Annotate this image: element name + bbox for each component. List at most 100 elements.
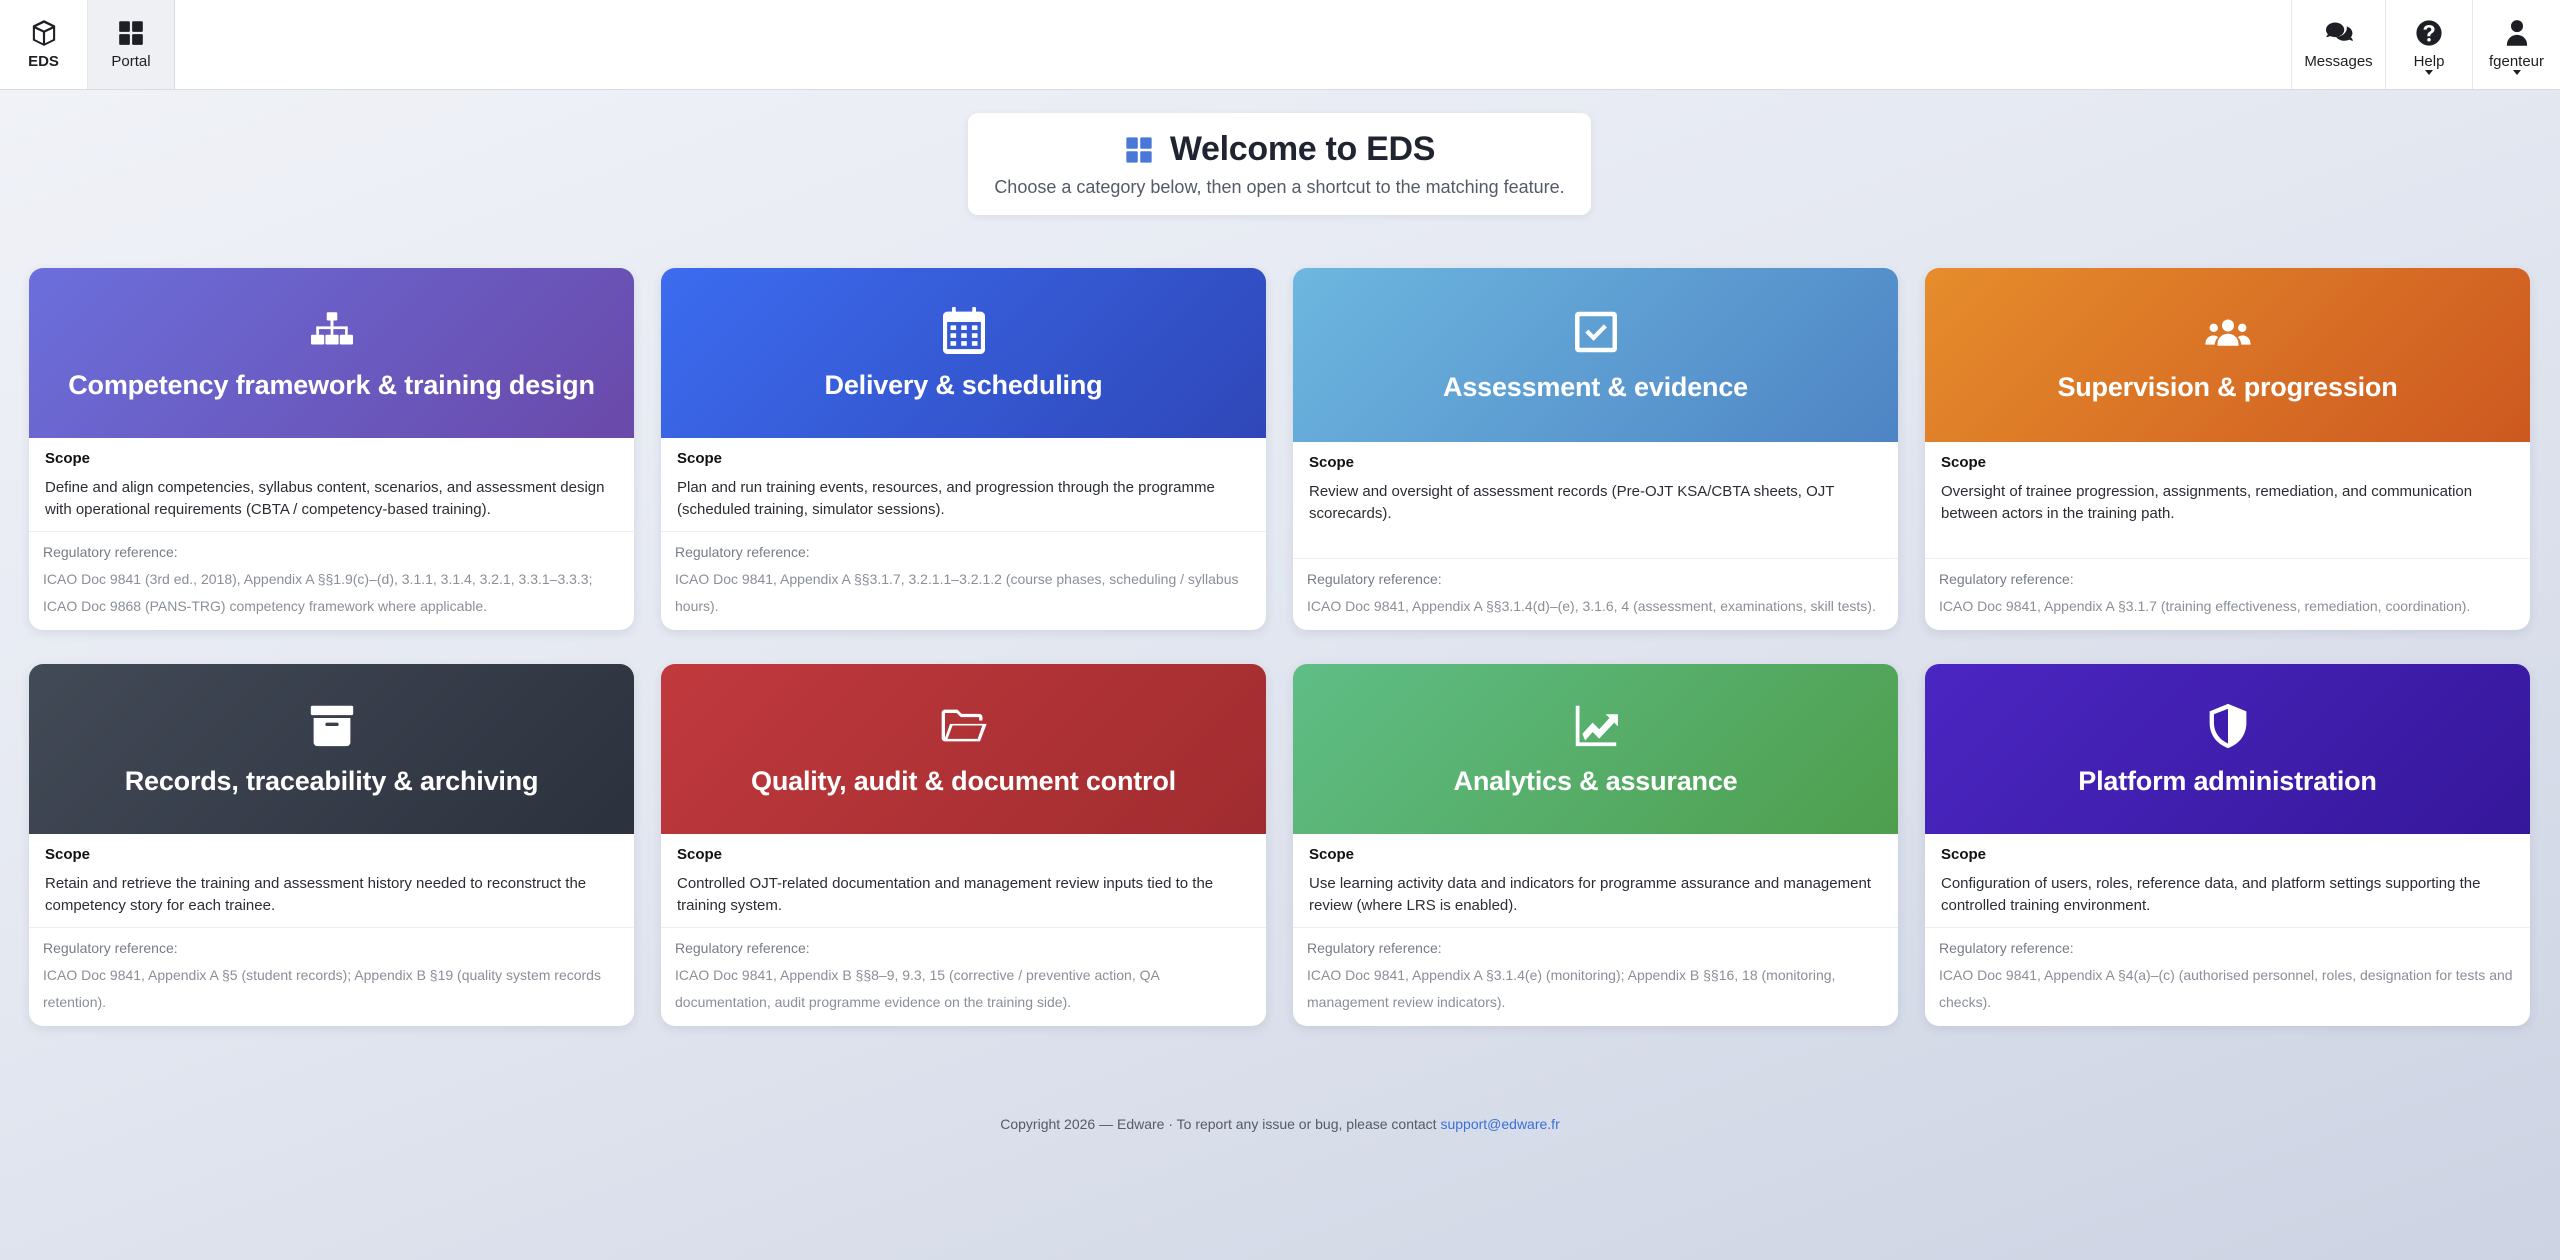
card-scope: Scope Review and oversight of assessment… (1293, 442, 1898, 559)
card-header: Platform administration (1925, 664, 2530, 834)
regulatory-label: Regulatory reference: (675, 940, 810, 956)
card-title: Competency framework & training design (68, 369, 595, 400)
regulatory-text: ICAO Doc 9841 (3rd ed., 2018), Appendix … (43, 571, 593, 614)
scope-label: Scope (45, 846, 91, 863)
help-label: Help (2413, 53, 2445, 70)
regulatory-text: ICAO Doc 9841, Appendix A §§3.1.4(d)–(e)… (1307, 598, 1876, 614)
regulatory-text: ICAO Doc 9841, Appendix A §5 (student re… (43, 967, 601, 1010)
regulatory-label: Regulatory reference: (43, 940, 178, 956)
check-square-icon (1574, 311, 1617, 352)
card-regulatory: Regulatory reference: ICAO Doc 9841 (3rd… (29, 532, 634, 630)
messages-label: Messages (2304, 53, 2373, 70)
navbar-right: Messages Help fgenteur (2291, 0, 2560, 89)
regulatory-label: Regulatory reference: (1307, 940, 1442, 956)
users-icon (2205, 319, 2250, 346)
scope-text: Controlled OJT-related documentation and… (677, 875, 1214, 914)
scope-text: Review and oversight of assessment recor… (1309, 483, 1835, 522)
folder-open-icon (941, 709, 987, 741)
chart-line-icon (1575, 705, 1618, 746)
user-label: fgenteur (2488, 53, 2545, 70)
card-regulatory: Regulatory reference: ICAO Doc 9841, App… (29, 928, 634, 1026)
category-card-competency[interactable]: Competency framework & training design S… (29, 268, 634, 630)
card-title: Analytics & assurance (1453, 765, 1738, 796)
scope-label: Scope (677, 450, 723, 467)
card-scope: Scope Use learning activity data and ind… (1293, 834, 1898, 928)
category-card-records[interactable]: Records, traceability & archiving Scope … (29, 664, 634, 1026)
category-card-analytics[interactable]: Analytics & assurance Scope Use learning… (1293, 664, 1898, 1026)
regulatory-text: ICAO Doc 9841, Appendix A §4(a)–(c) (aut… (1939, 967, 2513, 1010)
card-regulatory: Regulatory reference: ICAO Doc 9841, App… (661, 928, 1266, 1026)
card-title: Assessment & evidence (1443, 371, 1748, 402)
grid-icon (119, 21, 143, 45)
grid-icon (1126, 136, 1152, 163)
category-card-supervision[interactable]: Supervision & progression Scope Oversigh… (1925, 268, 2530, 630)
card-regulatory: Regulatory reference: ICAO Doc 9841, App… (661, 532, 1266, 630)
nav-portal[interactable]: Portal (88, 0, 175, 89)
card-regulatory: Regulatory reference: ICAO Doc 9841, App… (1925, 928, 2530, 1026)
card-title: Delivery & scheduling (824, 369, 1103, 400)
archive-icon (310, 705, 353, 746)
card-header: Records, traceability & archiving (29, 664, 634, 834)
welcome-title-row: Welcome to EDS (1124, 130, 1435, 169)
scope-label: Scope (1309, 846, 1355, 863)
support-email-link[interactable]: support@edware.fr (1440, 1116, 1559, 1132)
page-subtitle: Choose a category below, then open a sho… (994, 177, 1565, 197)
scope-label: Scope (45, 450, 91, 467)
card-title: Supervision & progression (2057, 371, 2398, 402)
category-card-platform-admin[interactable]: Platform administration Scope Configurat… (1925, 664, 2530, 1026)
portal-label: Portal (111, 53, 151, 70)
scope-text: Plan and run training events, resources,… (677, 479, 1215, 518)
card-title: Platform administration (2078, 765, 2377, 796)
footer: Copyright 2026 — Edware · To report any … (0, 1116, 2560, 1132)
category-grid: Competency framework & training design S… (29, 268, 2530, 1026)
shield-icon (2209, 703, 2246, 748)
sitemap-icon (310, 311, 353, 345)
card-scope: Scope Define and align competencies, syl… (29, 438, 634, 532)
category-card-delivery[interactable]: Delivery & scheduling Scope Plan and run… (661, 268, 1266, 630)
chevron-down-icon (2425, 70, 2433, 75)
card-title: Quality, audit & document control (751, 765, 1176, 796)
chevron-down-icon (2512, 70, 2521, 75)
navbar-left: EDS Portal (0, 0, 175, 89)
scope-text: Use learning activity data and indicator… (1309, 875, 1871, 914)
regulatory-text: ICAO Doc 9841, Appendix A §3.1.4(e) (mon… (1307, 967, 1836, 1010)
scope-label: Scope (1941, 454, 1987, 471)
cube-icon (32, 20, 55, 46)
card-header: Analytics & assurance (1293, 664, 1898, 834)
card-header: Competency framework & training design (29, 268, 634, 438)
card-scope: Scope Configuration of users, roles, ref… (1925, 834, 2530, 928)
scope-text: Oversight of trainee progression, assign… (1941, 483, 2473, 522)
scope-text: Define and align competencies, syllabus … (45, 479, 605, 518)
user-icon (2506, 20, 2527, 46)
nav-user-menu[interactable]: fgenteur (2472, 0, 2560, 89)
regulatory-label: Regulatory reference: (675, 544, 810, 560)
nav-help[interactable]: Help (2385, 0, 2472, 89)
category-card-assessment[interactable]: Assessment & evidence Scope Review and o… (1293, 268, 1898, 630)
regulatory-text: ICAO Doc 9841, Appendix B §§8–9, 9.3, 15… (675, 967, 1160, 1010)
regulatory-label: Regulatory reference: (1939, 940, 2074, 956)
question-circle-icon (2416, 20, 2442, 46)
scope-text: Configuration of users, roles, reference… (1941, 875, 2481, 914)
card-header: Supervision & progression (1925, 268, 2530, 442)
card-header: Quality, audit & document control (661, 664, 1266, 834)
regulatory-label: Regulatory reference: (1307, 571, 1442, 587)
footer-text: Copyright 2026 — Edware · To report any … (1000, 1116, 1441, 1132)
regulatory-label: Regulatory reference: (1939, 571, 2074, 587)
scope-label: Scope (1309, 454, 1355, 471)
card-scope: Scope Plan and run training events, reso… (661, 438, 1266, 532)
card-header: Delivery & scheduling (661, 268, 1266, 438)
top-navbar: EDS Portal Messages Help fgenteur (0, 0, 2560, 90)
card-header: Assessment & evidence (1293, 268, 1898, 442)
comments-icon (2325, 22, 2353, 41)
regulatory-text: ICAO Doc 9841, Appendix A §3.1.7 (traini… (1939, 598, 2471, 614)
category-card-quality[interactable]: Quality, audit & document control Scope … (661, 664, 1266, 1026)
card-regulatory: Regulatory reference: ICAO Doc 9841, App… (1293, 559, 1898, 630)
regulatory-label: Regulatory reference: (43, 544, 178, 560)
nav-messages[interactable]: Messages (2291, 0, 2385, 89)
card-scope: Scope Retain and retrieve the training a… (29, 834, 634, 928)
brand-link[interactable]: EDS (0, 0, 88, 89)
scope-label: Scope (677, 846, 723, 863)
card-scope: Scope Controlled OJT-related documentati… (661, 834, 1266, 928)
page-title: Welcome to EDS (1169, 130, 1436, 168)
card-scope: Scope Oversight of trainee progression, … (1925, 442, 2530, 559)
